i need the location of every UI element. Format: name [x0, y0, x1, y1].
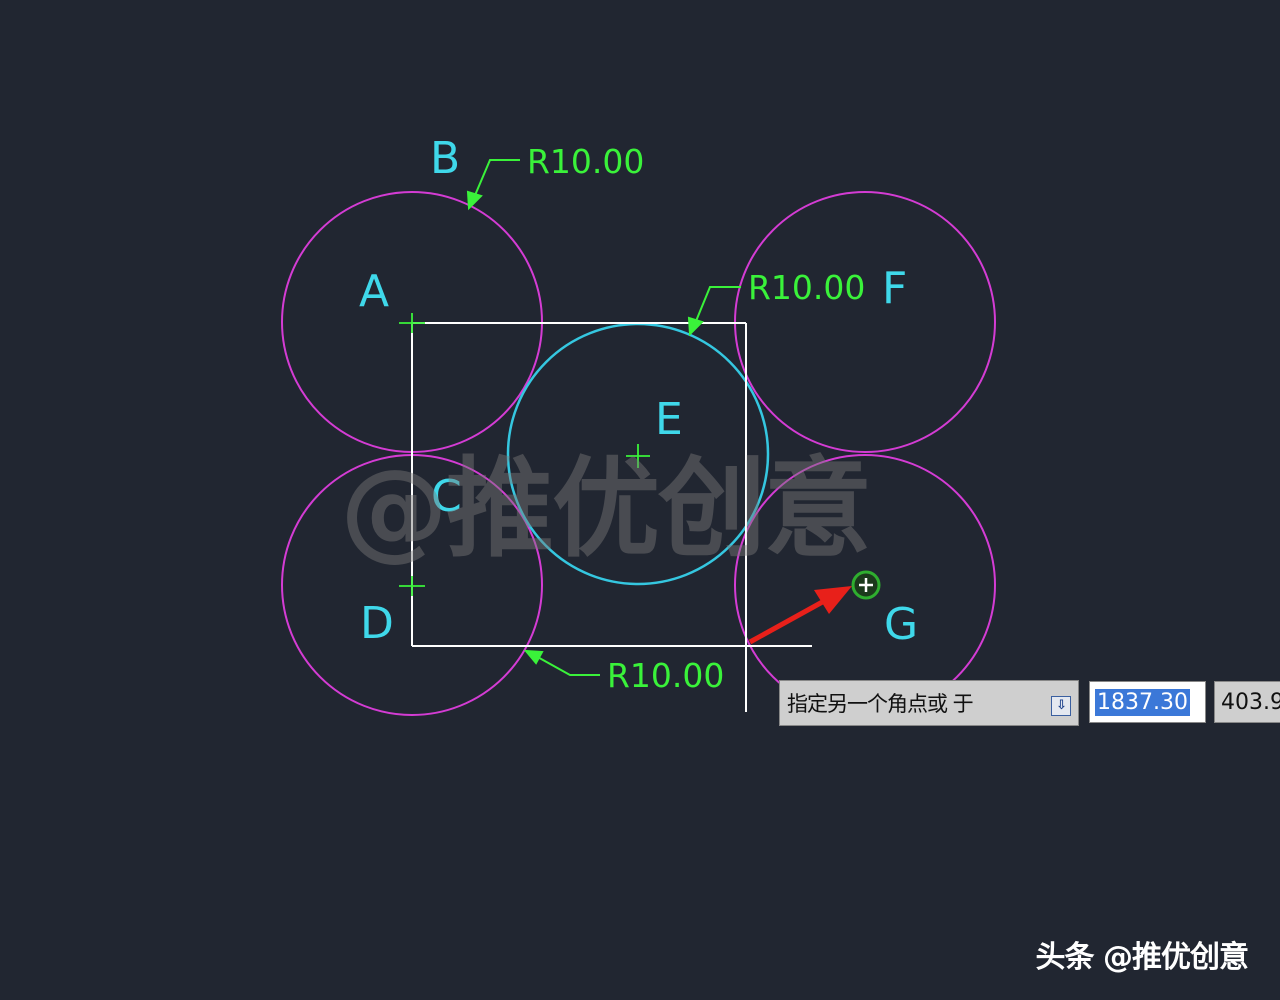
cad-drawing-area[interactable]: A B C D E F G R10.00 R10.00 R10.00 @推优创意…	[0, 0, 1280, 1000]
footer-credit: 头条 @推优创意	[1035, 940, 1249, 975]
dimension-text-bottom[interactable]: R10.00	[607, 656, 724, 695]
center-mark-d	[399, 576, 425, 596]
watermark-text: @推优创意	[340, 447, 870, 572]
label-d: D	[360, 598, 394, 649]
y-coordinate-value: 403.9	[1221, 689, 1280, 715]
label-g: G	[884, 599, 918, 650]
label-e: E	[655, 394, 683, 445]
snap-cursor-icon	[851, 570, 881, 600]
y-coordinate-input[interactable]: 403.9	[1214, 681, 1280, 723]
dimension-text-top-left[interactable]: R10.00	[527, 142, 644, 181]
dropdown-icon[interactable]: ⇩	[1051, 696, 1071, 716]
dimension-leader-top-right[interactable]	[687, 286, 741, 337]
label-b: B	[430, 133, 460, 184]
red-arrow	[748, 586, 852, 645]
label-f: F	[882, 263, 907, 314]
command-prompt-text: 指定另一个角点或 于	[787, 692, 974, 716]
circle-f[interactable]	[734, 191, 996, 453]
x-coordinate-input[interactable]: 1837.30	[1089, 681, 1206, 723]
drawing-canvas[interactable]: A B C D E F G R10.00 R10.00 R10.00 @推优创意	[0, 0, 1280, 1000]
x-coordinate-value: 1837.30	[1095, 688, 1190, 716]
dimension-text-top-right[interactable]: R10.00	[748, 268, 865, 307]
dimension-leader-bottom[interactable]	[523, 649, 600, 676]
label-a: A	[359, 266, 389, 317]
dimension-leader-top-left[interactable]	[466, 159, 520, 211]
center-mark-a	[399, 313, 425, 333]
command-prompt-box: 指定另一个角点或 于 ⇩	[779, 680, 1079, 726]
